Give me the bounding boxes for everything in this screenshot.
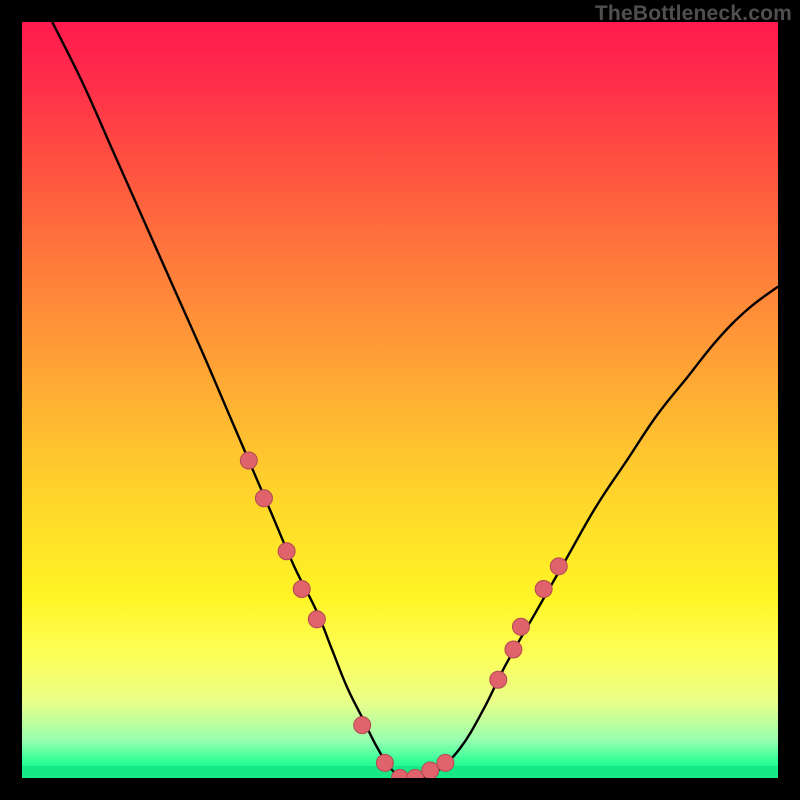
data-marker — [550, 558, 567, 575]
data-marker — [490, 671, 507, 688]
bottleneck-curve — [52, 22, 778, 778]
chart-frame: TheBottleneck.com — [0, 0, 800, 800]
data-marker — [407, 770, 424, 779]
data-marker — [255, 490, 272, 507]
marker-group — [240, 452, 567, 778]
plot-area — [22, 22, 778, 778]
data-marker — [308, 611, 325, 628]
data-marker — [535, 581, 552, 598]
data-marker — [437, 754, 454, 771]
data-marker — [293, 581, 310, 598]
data-marker — [512, 618, 529, 635]
data-marker — [278, 543, 295, 560]
watermark-text: TheBottleneck.com — [595, 2, 792, 26]
data-marker — [354, 717, 371, 734]
data-marker — [505, 641, 522, 658]
data-marker — [240, 452, 257, 469]
curve-svg — [22, 22, 778, 778]
data-marker — [376, 754, 393, 771]
data-marker — [422, 762, 439, 778]
